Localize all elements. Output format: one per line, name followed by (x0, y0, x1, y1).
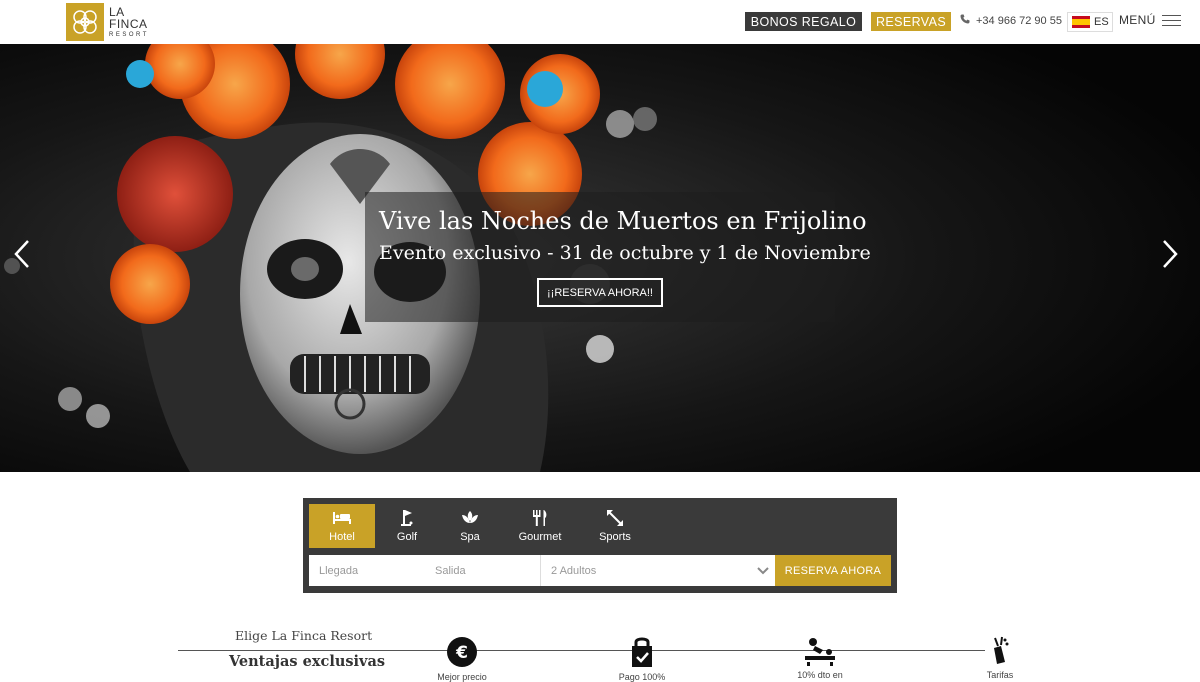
logo-line-3: RESORT (109, 32, 149, 38)
booking-widget: Hotel Golf Spa Gourmet Sports Llegada Sa… (303, 498, 897, 593)
benefit-label: 10% dto en (797, 670, 843, 680)
tab-label: Hotel (329, 531, 355, 543)
euro-icon: € (447, 637, 477, 667)
benefit-best-price: € Mejor precio (412, 636, 512, 682)
benefit-spa-discount: 10% dto en (770, 636, 870, 680)
reservations-button[interactable]: RESERVAS (871, 12, 951, 31)
gift-vouchers-button[interactable]: BONOS REGALO (745, 12, 862, 31)
arrows-icon (606, 509, 624, 527)
departure-date-field[interactable]: Salida (425, 555, 541, 586)
golf-bag-icon (994, 636, 1009, 664)
massage-icon (805, 638, 835, 666)
benefit-golf-rates: Tarifas (950, 636, 1050, 680)
guests-select[interactable]: 2 Adultos (541, 555, 775, 586)
benefits-heading: Elige La Finca Resort (235, 628, 373, 643)
secure-lock-icon (632, 637, 652, 667)
bed-icon (332, 509, 352, 527)
arrival-date-field[interactable]: Llegada (309, 555, 425, 586)
chevron-down-icon (757, 566, 769, 574)
phone-number: +34 966 72 90 55 (976, 14, 1062, 27)
spain-flag-icon (1072, 16, 1090, 28)
guests-value: 2 Adultos (551, 564, 597, 577)
slider-prev-button[interactable] (10, 234, 34, 274)
hero-book-now-button[interactable]: ¡¡RESERVA AHORA!! (537, 278, 663, 307)
tab-label: Spa (460, 531, 480, 543)
tab-spa[interactable]: Spa (439, 504, 501, 548)
site-header: LA FINCA RESORT BONOS REGALO RESERVAS +3… (0, 0, 1200, 44)
logo[interactable]: LA FINCA RESORT (66, 3, 156, 41)
benefit-label: Pago 100% (618, 672, 666, 682)
chevron-left-icon (14, 240, 29, 268)
logo-line-2: FINCA (109, 17, 148, 31)
tab-hotel[interactable]: Hotel (309, 504, 375, 548)
chevron-right-icon (1163, 240, 1178, 268)
hero-slider: Vive las Noches de Muertos en Frijolino … (0, 44, 1200, 472)
language-code: ES (1094, 16, 1109, 28)
menu-button[interactable]: MENÚ (1119, 13, 1181, 27)
phone-link[interactable]: +34 966 72 90 55 (960, 14, 1062, 27)
book-now-button[interactable]: RESERVA AHORA (775, 555, 891, 586)
golf-flag-icon (399, 509, 415, 527)
cutlery-icon (531, 509, 549, 527)
tab-gourmet[interactable]: Gourmet (501, 504, 579, 548)
tab-label: Sports (599, 531, 631, 543)
logo-mark-icon (66, 3, 104, 41)
svg-text:€: € (455, 643, 468, 663)
phone-icon (960, 14, 970, 27)
tab-sports[interactable]: Sports (579, 504, 651, 548)
tab-label: Golf (396, 531, 418, 543)
benefit-label: Mejor precio (437, 672, 487, 682)
hero-title: Vive las Noches de Muertos en Frijolino (379, 207, 867, 235)
tab-label: Gourmet (518, 531, 562, 543)
logo-text: LA FINCA RESORT (109, 6, 149, 38)
booking-form: Llegada Salida 2 Adultos RESERVA AHORA (309, 555, 891, 586)
hamburger-icon (1161, 14, 1181, 26)
benefits-subheading: Ventajas exclusivas (229, 653, 386, 670)
benefit-secure-payment: Pago 100% (592, 636, 692, 682)
booking-tabs: Hotel Golf Spa Gourmet Sports (309, 504, 651, 548)
lotus-icon (460, 509, 480, 527)
language-selector[interactable]: ES (1067, 12, 1113, 32)
hero-subtitle: Evento exclusivo - 31 de octubre y 1 de … (379, 242, 871, 264)
tab-golf[interactable]: Golf (375, 504, 439, 548)
slider-next-button[interactable] (1158, 234, 1182, 274)
benefit-label: Tarifas (986, 670, 1014, 680)
menu-label: MENÚ (1119, 13, 1156, 27)
